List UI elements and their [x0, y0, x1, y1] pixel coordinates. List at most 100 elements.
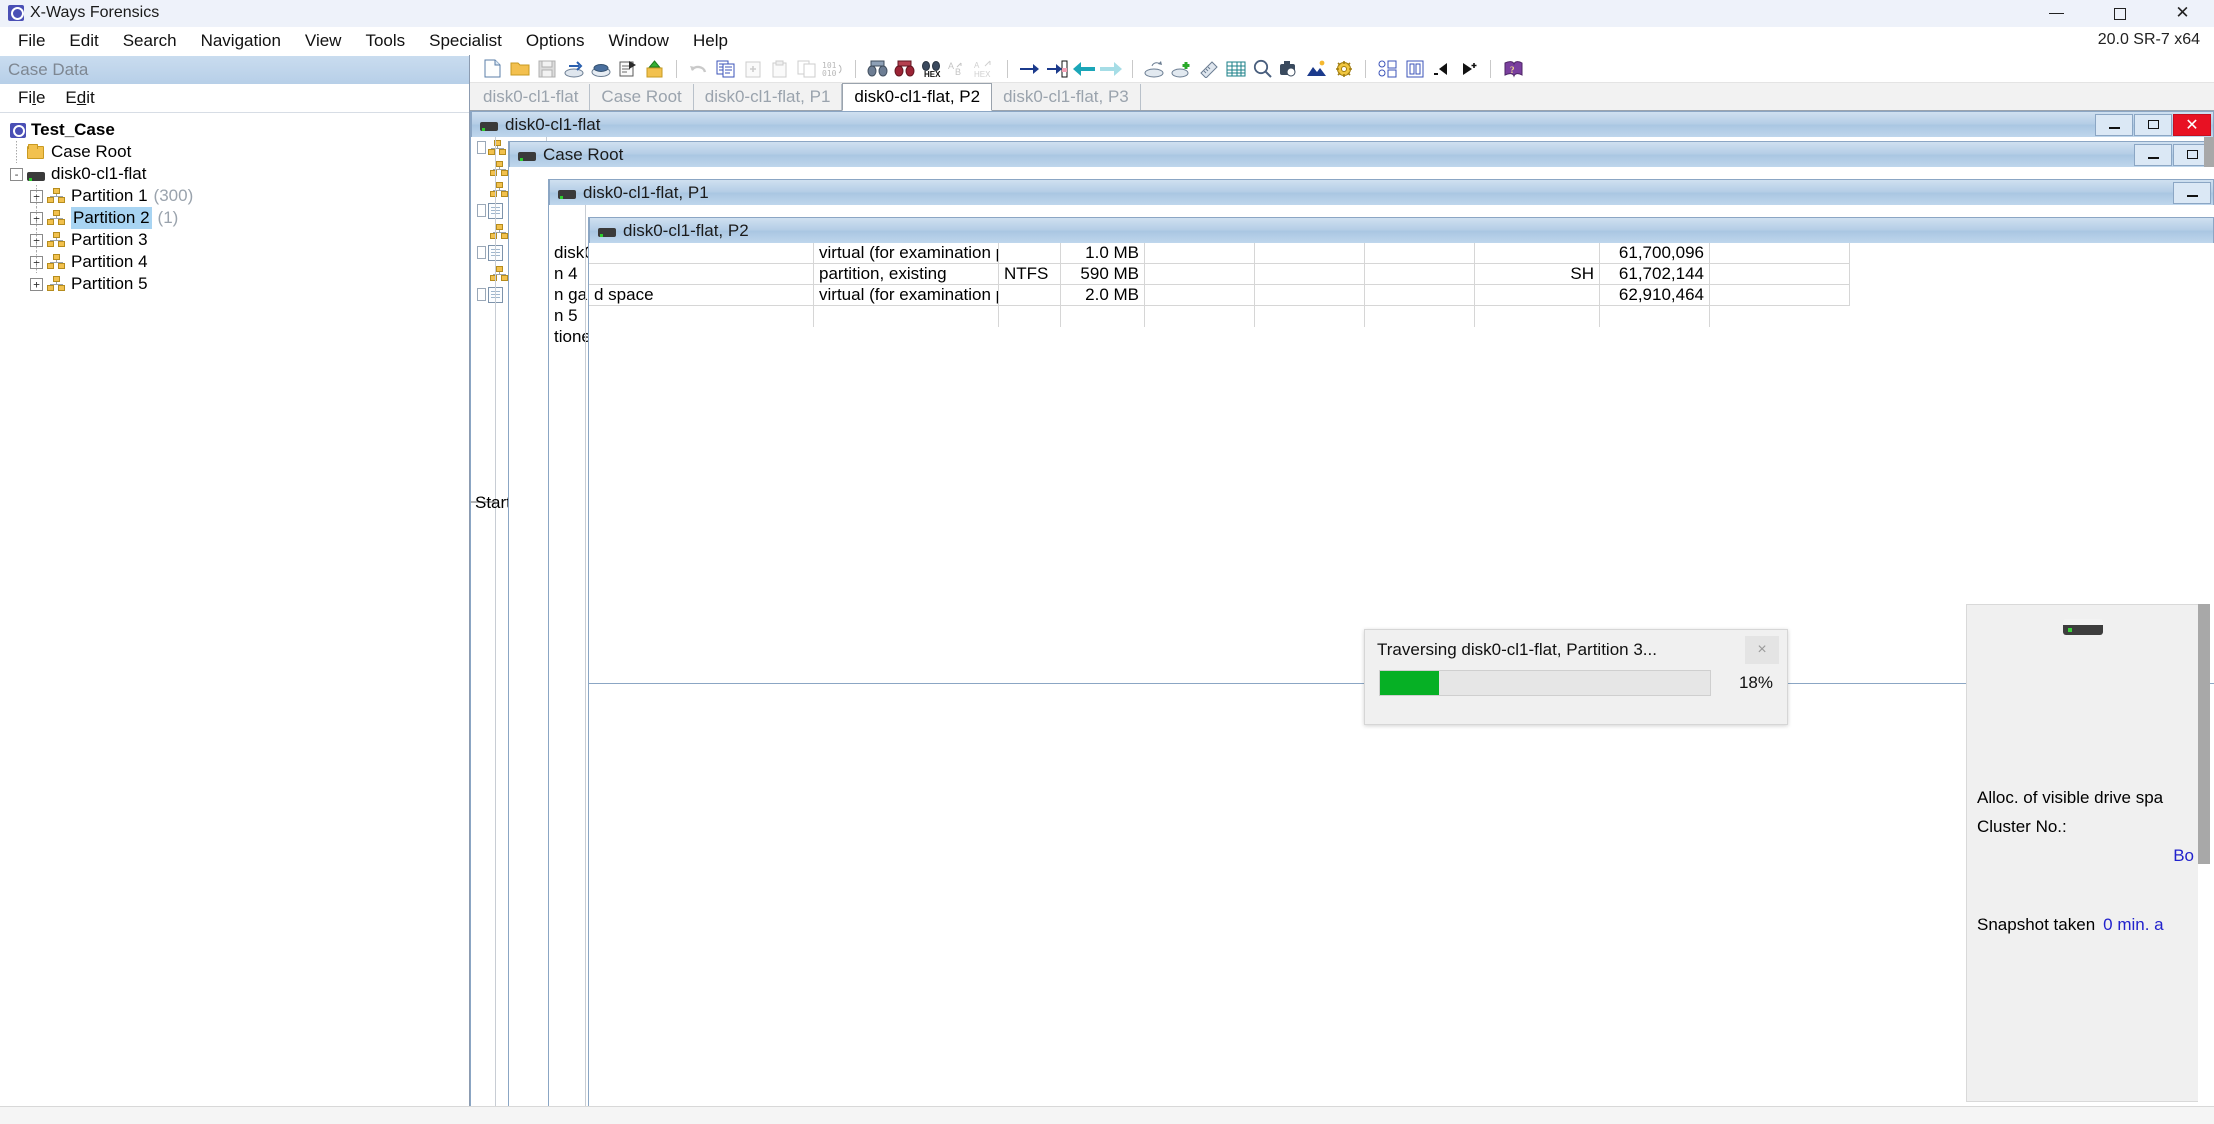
mdi-minimize-button[interactable] — [2095, 113, 2133, 136]
mdi-minimize-button[interactable] — [2173, 181, 2211, 204]
mdi-title-bar[interactable]: Case Root — [509, 141, 2214, 167]
gallery-icon[interactable] — [1304, 57, 1329, 81]
goto-marker-icon[interactable] — [1044, 57, 1069, 81]
undo-icon[interactable] — [686, 57, 711, 81]
case-tree: Test_Case Case Root - disk0-cl1-flat + P — [0, 113, 469, 1124]
tree-item-case-root[interactable]: Case Root — [4, 141, 469, 163]
mdi-title-bar[interactable]: disk0-cl1-flat ✕ — [471, 111, 2214, 137]
forward-icon[interactable] — [1098, 57, 1123, 81]
add-disk-icon[interactable] — [1169, 57, 1194, 81]
report-icon[interactable] — [1402, 57, 1427, 81]
back-icon[interactable] — [1071, 57, 1096, 81]
info-row-cluster-no: Cluster No.: — [1977, 816, 2067, 836]
tab-disk0-cl1-flat-p2[interactable]: disk0-cl1-flat, P2 — [842, 83, 993, 111]
tab-disk0-cl1-flat[interactable]: disk0-cl1-flat — [472, 84, 591, 110]
tree-item-partition-2[interactable]: + Partition 2 (1) — [4, 207, 469, 229]
tree-expand-toggle[interactable]: + — [30, 277, 43, 291]
info-row-allocation: Alloc. of visible drive spa — [1977, 787, 2164, 807]
minimize-button[interactable] — [2025, 0, 2088, 27]
new-file-icon[interactable] — [480, 57, 505, 81]
copy-icon[interactable] — [713, 57, 738, 81]
replace-text-icon[interactable]: AB — [946, 57, 971, 81]
ram-icon[interactable] — [1196, 57, 1221, 81]
status-bar — [0, 1106, 2214, 1124]
tab-case-root[interactable]: Case Root — [590, 84, 694, 110]
menu-window[interactable]: Window — [597, 28, 681, 54]
maximize-button[interactable] — [2088, 0, 2151, 27]
search-icon[interactable] — [1250, 57, 1275, 81]
open-image-icon[interactable] — [588, 57, 613, 81]
menu-tools[interactable]: Tools — [353, 28, 417, 54]
close-button[interactable]: ✕ — [2151, 0, 2214, 27]
disk-icon — [480, 121, 498, 131]
open-disk2-icon[interactable] — [1142, 57, 1167, 81]
refine-volume-icon[interactable] — [1331, 57, 1356, 81]
menu-specialist[interactable]: Specialist — [417, 28, 514, 54]
export-icon[interactable] — [642, 57, 667, 81]
goto-icon[interactable] — [1017, 57, 1042, 81]
save-icon[interactable] — [534, 57, 559, 81]
copy-block-icon[interactable] — [794, 57, 819, 81]
menu-bar: File Edit Search Navigation View Tools S… — [0, 27, 2214, 55]
vertical-scrollbar[interactable] — [2204, 137, 2214, 167]
mode-icon[interactable] — [1375, 57, 1400, 81]
info-rows: Alloc. of visible drive spa Cluster No.:… — [1967, 783, 2198, 939]
table-row[interactable]: d space virtual (for examination p... 2.… — [589, 285, 2214, 306]
properties-icon[interactable] — [615, 57, 640, 81]
mdi-minimize-button[interactable] — [2134, 143, 2172, 166]
cell-offset: 62,910,464 — [1600, 285, 1710, 306]
mdi-window-buttons — [2133, 142, 2213, 168]
clipboard-icon[interactable] — [767, 57, 792, 81]
case-menu-file[interactable]: File — [8, 85, 55, 111]
paste-into-icon[interactable] — [740, 57, 765, 81]
table-row[interactable]: partition, existing NTFS 590 MB SH 61,70… — [589, 264, 2214, 285]
tab-disk0-cl1-flat-p1[interactable]: disk0-cl1-flat, P1 — [693, 84, 843, 110]
info-panel-scrollbar[interactable] — [2198, 604, 2210, 864]
find-icon[interactable] — [865, 57, 890, 81]
find-red-icon[interactable] — [892, 57, 917, 81]
menu-search[interactable]: Search — [111, 28, 189, 54]
mdi-close-button[interactable]: ✕ — [2173, 113, 2211, 136]
tree-item-disk0-cl1-flat[interactable]: - disk0-cl1-flat — [4, 163, 469, 185]
menu-help[interactable]: Help — [681, 28, 740, 54]
menu-navigation[interactable]: Navigation — [189, 28, 293, 54]
cell-filesystem — [999, 285, 1061, 306]
tree-collapse-toggle[interactable]: - — [10, 167, 23, 181]
mdi-maximize-button[interactable] — [2134, 113, 2172, 136]
cell-name — [589, 243, 814, 264]
find-hex-icon[interactable]: HEX — [919, 57, 944, 81]
info-link-boot[interactable]: Bo — [2173, 846, 2194, 866]
menu-file[interactable]: File — [6, 28, 57, 54]
tree-item-partition-5[interactable]: + Partition 5 — [4, 273, 469, 295]
open-disk-icon[interactable] — [561, 57, 586, 81]
filter-left-icon[interactable] — [1429, 57, 1454, 81]
replace-hex-icon[interactable]: A HEX — [973, 57, 998, 81]
mdi-title: disk0-cl1-flat, P1 — [583, 182, 709, 202]
table-row[interactable] — [589, 306, 2214, 327]
menu-options[interactable]: Options — [514, 28, 597, 54]
mdi-title-bar[interactable]: disk0-cl1-flat, P2 — [589, 217, 2214, 243]
binary-icon[interactable]: 101 010 — [821, 57, 846, 81]
tree-item-partition-4[interactable]: + Partition 4 — [4, 251, 469, 273]
scrollbar-thumb[interactable] — [2198, 604, 2210, 864]
table-icon[interactable] — [1223, 57, 1248, 81]
open-folder-icon[interactable] — [507, 57, 532, 81]
tab-disk0-cl1-flat-p3[interactable]: disk0-cl1-flat, P3 — [992, 84, 1141, 110]
menu-view[interactable]: View — [293, 28, 354, 54]
tree-item-label: Partition 2 — [71, 207, 152, 229]
filter-right-icon[interactable] — [1456, 57, 1481, 81]
table-row[interactable]: virtual (for examination p... 1.0 MB 61,… — [589, 243, 2214, 264]
close-icon[interactable]: × — [1745, 636, 1779, 664]
help-book-icon[interactable]: ? — [1500, 57, 1525, 81]
scrollbar-thumb[interactable] — [2204, 137, 2214, 167]
svg-text:?: ? — [1510, 65, 1515, 75]
case-menu-edit[interactable]: Edit — [55, 85, 104, 111]
tree-item-partition-1[interactable]: + Partition 1 (300) — [4, 185, 469, 207]
tree-item-test-case[interactable]: Test_Case — [4, 119, 469, 141]
mdi-title-bar[interactable]: disk0-cl1-flat, P1 — [549, 179, 2214, 205]
case-menu-bar: File Edit — [0, 84, 469, 113]
camera-icon[interactable] — [1277, 57, 1302, 81]
info-snapshot-value[interactable]: 0 min. a — [2103, 915, 2163, 935]
menu-edit[interactable]: Edit — [57, 28, 110, 54]
tree-item-partition-3[interactable]: + Partition 3 — [4, 229, 469, 251]
